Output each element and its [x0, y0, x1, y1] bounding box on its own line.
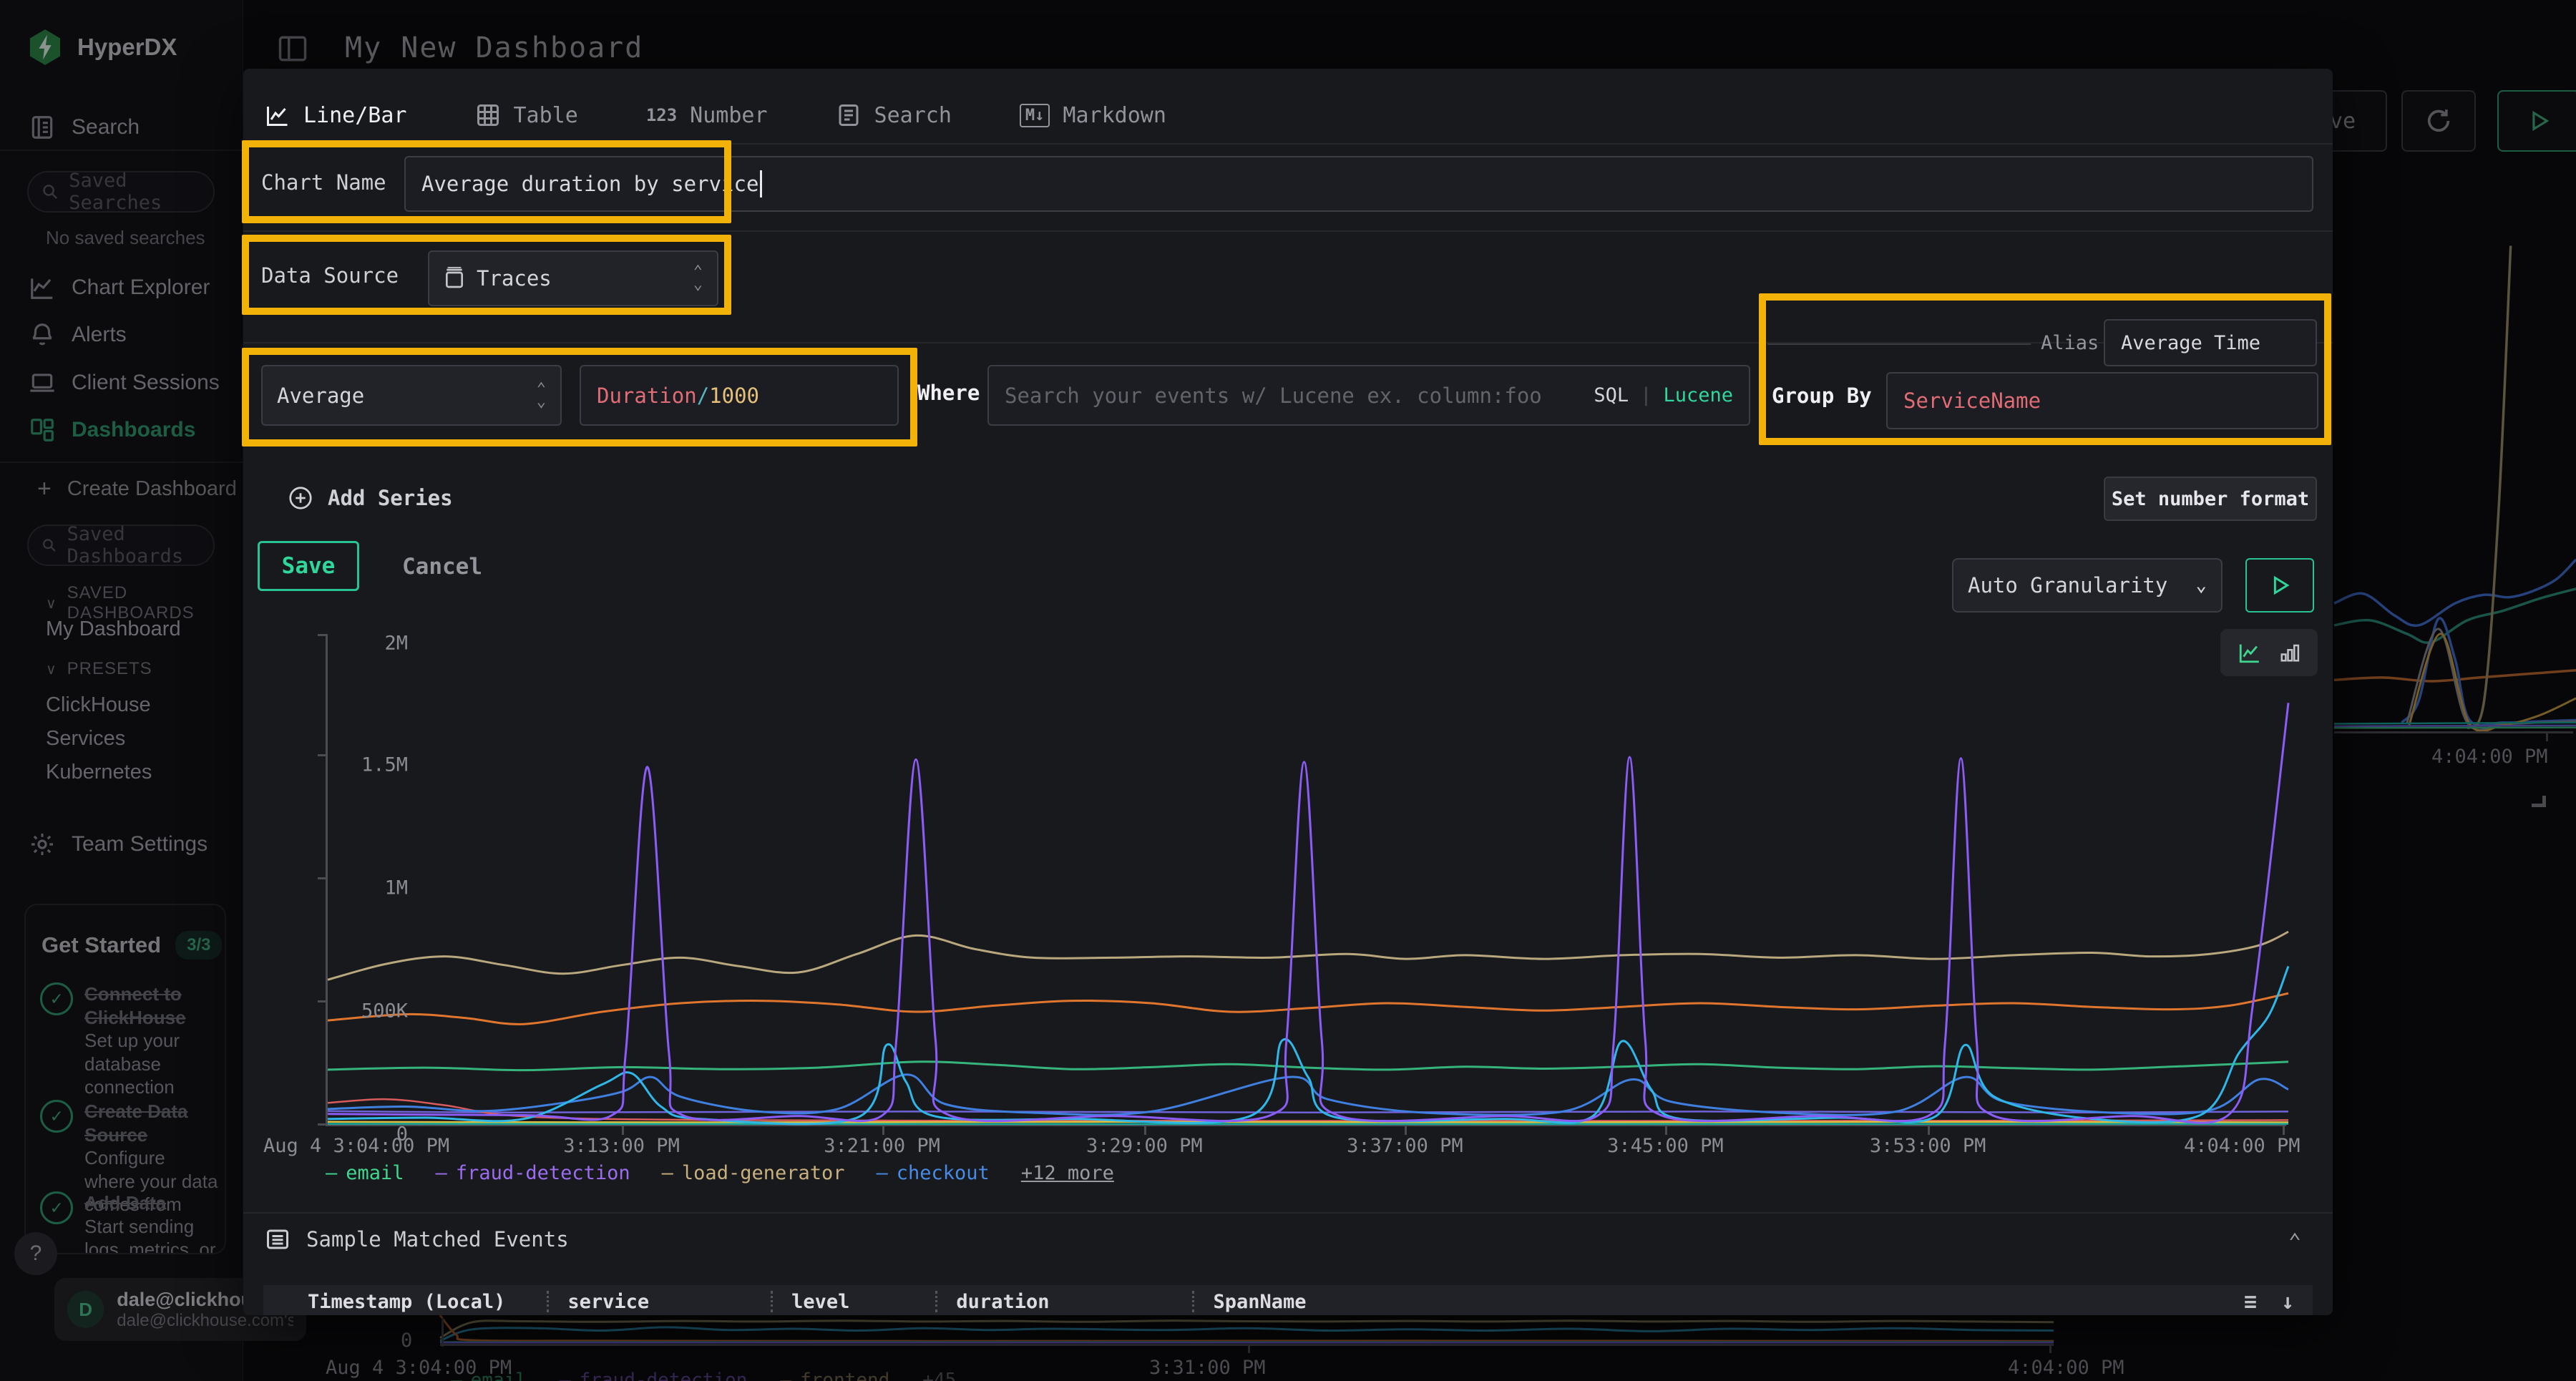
- plus-circle-icon: [288, 485, 313, 511]
- column-header[interactable]: Timestamp (Local): [308, 1291, 505, 1313]
- add-series-button[interactable]: Add Series: [288, 485, 453, 511]
- sample-events-header: Sample Matched Events: [265, 1226, 569, 1252]
- x-axis-label: Aug 4 3:04:00 PM: [263, 1135, 449, 1157]
- legend-more-link[interactable]: +12 more: [1021, 1162, 1114, 1184]
- list-icon: [265, 1226, 291, 1252]
- column-header[interactable]: duration: [956, 1291, 1049, 1313]
- modal-chart-svg: [328, 634, 2288, 1126]
- tab-markdown[interactable]: M↓ Markdown: [1020, 103, 1166, 128]
- tab-line-bar[interactable]: Line/Bar: [265, 102, 407, 128]
- x-axis-label: 3:37:00 PM: [1347, 1135, 1463, 1157]
- granularity-select[interactable]: Auto Granularity ⌄: [1952, 558, 2223, 613]
- axis-tick: [2283, 1126, 2285, 1135]
- tab-number[interactable]: 123 Number: [646, 103, 768, 128]
- lucene-toggle[interactable]: Lucene: [1663, 384, 1733, 406]
- markdown-icon: M↓: [1020, 104, 1050, 127]
- text-cursor: [760, 170, 762, 197]
- x-axis-label: 3:13:00 PM: [563, 1135, 680, 1157]
- run-query-button[interactable]: [2245, 558, 2314, 613]
- y-axis-label: 500K: [361, 1000, 408, 1023]
- filter-icon[interactable]: ≡: [2244, 1289, 2257, 1314]
- axis-tick: [1405, 1126, 1407, 1135]
- column-separator: [547, 1291, 549, 1312]
- editor-tabs: Line/Bar Table 123 Number Search M↓ Mark…: [265, 90, 1166, 140]
- y-axis-label: 1M: [384, 877, 408, 899]
- column-separator: [1192, 1291, 1194, 1312]
- tab-search[interactable]: Search: [836, 102, 952, 128]
- column-header[interactable]: SpanName: [1213, 1291, 1306, 1313]
- annotation-data-source: [242, 235, 731, 315]
- y-axis-label: 2M: [384, 633, 408, 655]
- download-icon[interactable]: ↓: [2281, 1289, 2294, 1314]
- modal-chart-plot[interactable]: 0 500K 1M 1.5M 2M Aug 4 3:04:00 PM 3:13:…: [326, 634, 2286, 1126]
- legend-item[interactable]: —checkout: [877, 1162, 990, 1184]
- legend-item[interactable]: —fraud-detection: [436, 1162, 630, 1184]
- legend-swatch: —: [436, 1162, 447, 1184]
- toggle-divider: |: [1640, 384, 1652, 406]
- annotation-group-by: [1759, 293, 2331, 445]
- axis-tick: [622, 1126, 624, 1135]
- annotation-series: [242, 348, 917, 446]
- legend-swatch: —: [662, 1162, 673, 1184]
- x-axis-label: 3:53:00 PM: [1870, 1135, 1986, 1157]
- legend-item[interactable]: —email: [326, 1162, 404, 1184]
- divider: [243, 1212, 2333, 1214]
- play-icon: [2268, 574, 2291, 597]
- axis-tick: [882, 1126, 884, 1135]
- x-axis-label: 3:29:00 PM: [1086, 1135, 1203, 1157]
- axis-tick: [318, 754, 326, 756]
- y-axis-label: 1.5M: [361, 754, 408, 776]
- where-placeholder: Search your events w/ Lucene ex. column:…: [1005, 384, 1542, 408]
- column-separator: [935, 1291, 937, 1312]
- collapse-section-chevron[interactable]: ⌃: [2288, 1229, 2301, 1254]
- sql-toggle[interactable]: SQL: [1594, 384, 1629, 406]
- column-separator: [771, 1291, 773, 1312]
- cancel-button[interactable]: Cancel: [402, 554, 482, 580]
- number-123-icon: 123: [646, 105, 677, 125]
- axis-tick: [1144, 1126, 1146, 1135]
- annotation-chart-name: [242, 140, 731, 223]
- x-axis-label: 3:21:00 PM: [824, 1135, 940, 1157]
- axis-tick: [318, 1000, 326, 1002]
- tab-table[interactable]: Table: [475, 102, 578, 128]
- table-icon: [475, 102, 501, 128]
- axis-tick: [318, 877, 326, 879]
- set-number-format-button[interactable]: Set number format: [2104, 477, 2317, 521]
- x-axis-label: 4:04:00 PM: [2184, 1135, 2301, 1157]
- chart-legend: —email —fraud-detection —load-generator …: [326, 1162, 1114, 1184]
- legend-item[interactable]: —load-generator: [662, 1162, 845, 1184]
- legend-swatch: —: [326, 1162, 337, 1184]
- document-icon: [836, 102, 862, 128]
- divider: [243, 230, 2333, 232]
- axis-tick: [318, 634, 326, 636]
- chevron-down-icon: ⌄: [2195, 575, 2207, 596]
- save-button[interactable]: Save: [258, 541, 359, 591]
- axis-tick: [1665, 1126, 1667, 1135]
- axis-tick: [318, 1123, 326, 1126]
- legend-swatch: —: [877, 1162, 888, 1184]
- column-header[interactable]: level: [791, 1291, 849, 1313]
- x-axis-label: 3:45:00 PM: [1607, 1135, 1724, 1157]
- where-input[interactable]: Search your events w/ Lucene ex. column:…: [987, 365, 1750, 426]
- axis-tick: [1928, 1126, 1930, 1135]
- column-header[interactable]: service: [567, 1291, 649, 1313]
- where-label: Where: [917, 381, 980, 405]
- events-table-header: Timestamp (Local) service level duration…: [263, 1285, 2313, 1315]
- line-chart-icon: [265, 102, 291, 128]
